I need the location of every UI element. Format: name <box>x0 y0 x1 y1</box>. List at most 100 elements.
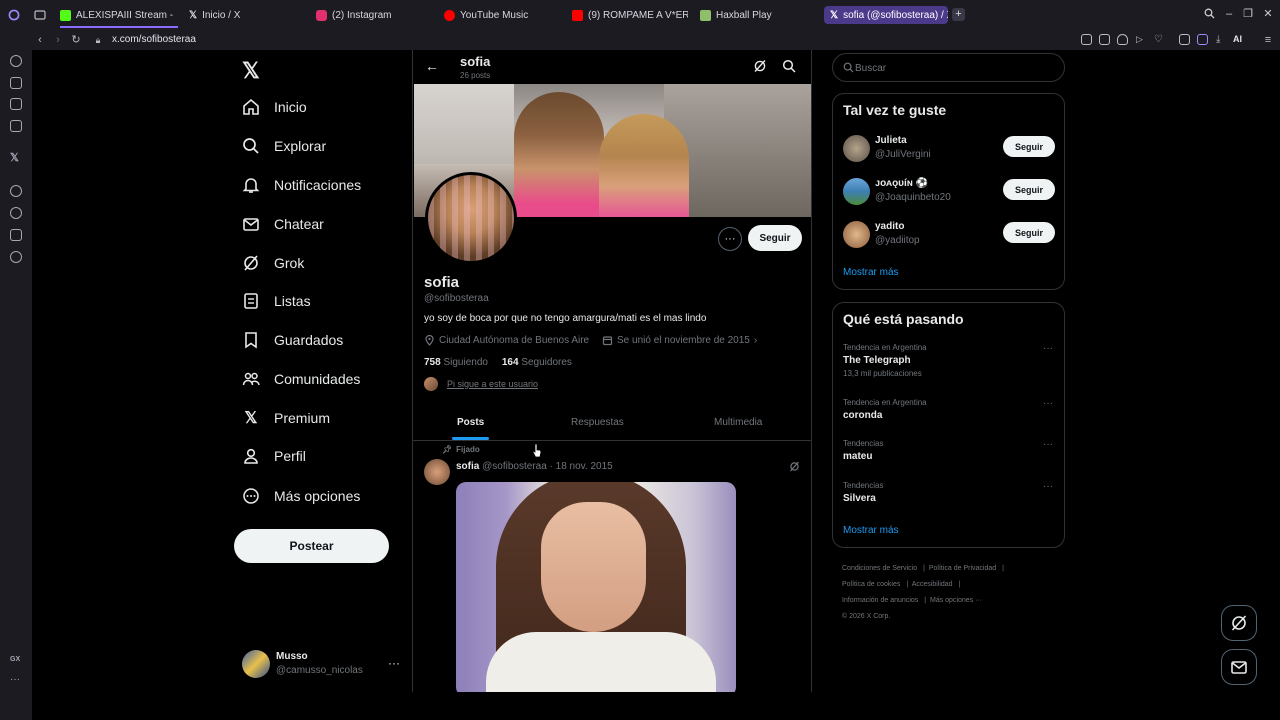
follow-button[interactable]: Seguir <box>1003 136 1055 157</box>
post-button[interactable]: Postear <box>234 529 389 563</box>
follow-button[interactable]: Seguir <box>1003 179 1055 200</box>
aria-icon[interactable] <box>10 55 22 67</box>
suggestion-item[interactable]: yadito @yadiitop Seguir <box>843 221 1057 251</box>
tab-sofia-profile[interactable]: 𝕏 sofia (@sofibosteraa) / X <box>824 6 948 24</box>
tab-posts[interactable]: Posts <box>457 417 484 428</box>
more-options-icon[interactable]: ··· <box>1043 481 1053 492</box>
footer-link[interactable]: Más opciones ··· <box>930 597 982 604</box>
more-options-icon[interactable]: ··· <box>1043 343 1053 354</box>
more-options-icon[interactable]: ··· <box>1043 439 1053 450</box>
forward-icon[interactable]: › <box>52 33 64 47</box>
footer-link[interactable]: Política de cookies <box>842 581 900 588</box>
workspaces-icon[interactable] <box>34 6 48 24</box>
trend-category: Tendencia en Argentina <box>843 343 927 352</box>
followers-link[interactable]: 164 Seguidores <box>502 357 572 368</box>
restore-icon[interactable]: ❐ <box>1242 8 1254 20</box>
nav-comunidades[interactable]: Comunidades <box>242 367 360 391</box>
footer-link[interactable]: Condiciones de Servicio <box>842 565 917 572</box>
footer-link[interactable]: Accesibilidad <box>912 581 953 588</box>
footer-link[interactable]: Política de Privacidad <box>929 565 996 572</box>
profile-joined[interactable]: Se unió el noviembre de 2015 › <box>602 335 757 346</box>
opera-logo-icon[interactable] <box>8 6 22 24</box>
messages-fab[interactable] <box>1221 649 1257 685</box>
url-field[interactable]: x.com/sofibosteraa <box>112 34 196 45</box>
show-more-link[interactable]: Mostrar más <box>843 267 899 278</box>
followed-by[interactable]: Pi sigue a este usuario <box>424 377 538 391</box>
mail-icon <box>1231 661 1247 674</box>
trend-item[interactable]: Tendencia en Argentina The Telegraph 13,… <box>843 343 1057 378</box>
discord-icon[interactable] <box>10 98 22 110</box>
x-logo-icon[interactable]: 𝕏 <box>242 58 260 84</box>
minimize-icon[interactable]: – <box>1223 8 1235 20</box>
nav-explorar[interactable]: Explorar <box>242 134 326 158</box>
search-icon[interactable] <box>782 59 796 73</box>
footer-link[interactable]: Información de anuncios <box>842 597 918 604</box>
search-tabs-icon[interactable] <box>1203 8 1215 20</box>
messenger-icon[interactable] <box>10 120 22 132</box>
back-arrow-icon[interactable]: ← <box>425 58 439 74</box>
nav-guardados[interactable]: Guardados <box>242 328 343 352</box>
trend-item[interactable]: Tendencias Silvera ··· <box>843 481 1057 504</box>
nav-notificaciones[interactable]: Notificaciones <box>242 173 361 197</box>
nav-premium[interactable]: 𝕏 Premium <box>242 406 330 430</box>
show-more-link[interactable]: Mostrar más <box>843 525 899 536</box>
new-tab-button[interactable]: + <box>952 8 965 21</box>
grok-icon[interactable] <box>753 59 767 73</box>
heart-icon[interactable]: ♡ <box>1153 34 1164 45</box>
search-input[interactable]: Buscar <box>832 53 1065 82</box>
nav-mas-opciones[interactable]: Más opciones <box>242 484 360 508</box>
nav-grok[interactable]: Grok <box>242 251 304 275</box>
profile-avatar[interactable] <box>425 172 517 264</box>
history-icon[interactable] <box>10 207 22 219</box>
trend-item[interactable]: Tendencias mateu ··· <box>843 439 1057 462</box>
extensions-sidebar-icon[interactable] <box>10 229 22 241</box>
account-switcher[interactable]: Musso @camusso_nicolas ··· <box>242 650 402 678</box>
tab-x-home[interactable]: 𝕏 Inicio / X <box>189 6 299 24</box>
suggestion-item[interactable]: ᴊᴏᴀǫᴜíɴ ⚽ @Joaquinbeto20 Seguir <box>843 178 1057 208</box>
twitch-icon[interactable] <box>10 77 22 89</box>
x-sidebar-icon[interactable]: 𝕏 <box>10 152 22 164</box>
tab-haxball[interactable]: Haxball Play <box>700 6 810 24</box>
pin-icon[interactable] <box>1081 34 1092 45</box>
download-icon[interactable]: ⤓ <box>1215 34 1226 45</box>
trend-item[interactable]: Tendencia en Argentina coronda ··· <box>843 398 1057 421</box>
follow-button[interactable]: Seguir <box>748 225 802 251</box>
settings-icon[interactable] <box>10 251 22 263</box>
tab-youtube-video[interactable]: (9) ROMPAME A V*ERGA <box>572 6 688 24</box>
nav-listas[interactable]: Listas <box>242 289 311 313</box>
more-options-button[interactable]: ··· <box>718 227 742 251</box>
tab-kick[interactable]: ALEXISPAIII Stream - W <box>60 6 174 24</box>
more-options-icon[interactable]: ··· <box>1043 398 1053 409</box>
close-icon[interactable]: ✕ <box>1262 8 1274 20</box>
profile-icon[interactable] <box>1197 34 1208 45</box>
following-link[interactable]: 758 Siguiendo <box>424 357 488 368</box>
nav-perfil[interactable]: Perfil <box>242 444 306 468</box>
more-options-icon[interactable]: ··· <box>388 656 400 670</box>
tab-multimedia[interactable]: Multimedia <box>714 417 762 428</box>
back-icon[interactable]: ‹ <box>34 33 46 47</box>
post-avatar[interactable] <box>424 459 450 485</box>
shield-icon[interactable] <box>1117 34 1128 45</box>
suggestion-item[interactable]: Julieta @JuliVergini Seguir <box>843 135 1057 165</box>
tab-label: Haxball Play <box>716 9 772 21</box>
gx-label[interactable]: GX <box>10 656 20 663</box>
grok-icon[interactable] <box>789 461 800 472</box>
tab-instagram[interactable]: (2) Instagram <box>316 6 426 24</box>
follow-button[interactable]: Seguir <box>1003 222 1055 243</box>
nav-inicio[interactable]: Inicio <box>242 95 307 119</box>
tab-respuestas[interactable]: Respuestas <box>571 417 624 428</box>
snapshot-icon[interactable] <box>1099 34 1110 45</box>
lock-icon[interactable]: 🔒︎ <box>92 33 104 47</box>
ai-button[interactable]: AI <box>1233 34 1242 44</box>
player-icon[interactable] <box>10 185 22 197</box>
menu-icon[interactable]: ≡ <box>1262 33 1274 47</box>
post-image[interactable] <box>456 482 736 692</box>
extensions-icon[interactable] <box>1179 34 1190 45</box>
post-author[interactable]: sofia <box>456 461 479 472</box>
sidebar-more-icon[interactable]: ··· <box>10 674 20 685</box>
grok-fab[interactable] <box>1221 605 1257 641</box>
nav-chatear[interactable]: Chatear <box>242 212 324 236</box>
play-icon[interactable]: ▷ <box>1135 34 1146 45</box>
reload-icon[interactable]: ↻ <box>70 33 82 47</box>
tab-youtube-music[interactable]: YouTube Music <box>444 6 554 24</box>
